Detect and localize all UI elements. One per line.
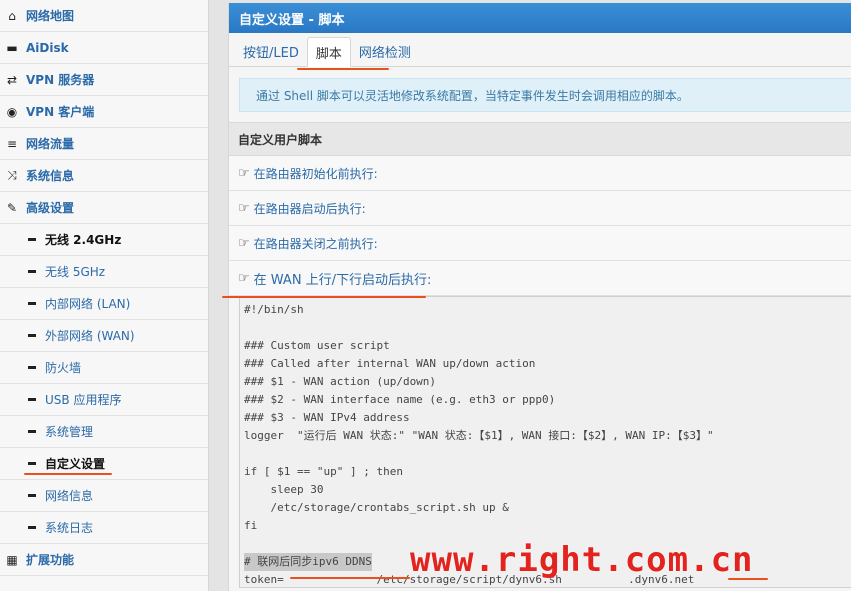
script-toggle-pre-shutdown[interactable]: ☞ 在路由器关闭之前执行: [229, 226, 851, 261]
sidebar-item-traffic[interactable]: ≡ 网络流量 [0, 128, 208, 160]
dash-icon [28, 302, 36, 305]
sidebar-subitem-customization[interactable]: 自定义设置 [0, 448, 208, 480]
sidebar-subitem-wireless-24[interactable]: 无线 2.4GHz [0, 224, 208, 256]
sidebar-item-advanced[interactable]: ✎ 高级设置 [0, 192, 208, 224]
sidebar-subitem-label: 无线 2.4GHz [45, 233, 122, 247]
code-line: #!/bin/sh [244, 303, 304, 316]
dash-icon [28, 462, 36, 465]
drive-icon: ▬ [6, 40, 18, 55]
hand-point-icon: ☞ [238, 270, 250, 286]
sidebar-item-label: 高级设置 [26, 201, 75, 215]
code-line: ### $1 - WAN action (up/down) [244, 375, 437, 388]
home-icon: ⌂ [8, 8, 16, 23]
hand-point-icon: ☞ [238, 235, 250, 251]
dash-icon [28, 334, 36, 337]
tab-network-check[interactable]: 网络检测 [351, 36, 419, 66]
code-line: ### $3 - WAN IPv4 address [244, 411, 410, 424]
info-alert: 通过 Shell 脚本可以灵活地修改系统配置，当特定事件发生时会调用相应的脚本。 [239, 78, 851, 112]
grid-icon: ▦ [6, 552, 18, 567]
script-toggle-pre-init[interactable]: ☞ 在路由器初始化前执行: [229, 156, 851, 191]
page-title: 自定义设置 - 脚本 [229, 3, 851, 33]
script-toggle-wan-updown[interactable]: ☞ 在 WAN 上行/下行启动后执行: [229, 261, 851, 296]
sidebar-subitem-system-log[interactable]: 系统日志 [0, 512, 208, 544]
dash-icon [28, 398, 36, 401]
code-line: if [ $1 == "up" ] ; then [244, 465, 403, 478]
dash-icon [28, 238, 36, 241]
sidebar-subitem-lan[interactable]: 内部网络 (LAN) [0, 288, 208, 320]
dash-icon [28, 270, 36, 273]
globe-icon: ◉ [6, 104, 18, 119]
sidebar-item-label: VPN 客户端 [26, 105, 95, 119]
code-line: logger "运行后 WAN 状态:" "WAN 状态:【$1】, WAN 接… [244, 429, 714, 442]
script-toggle-post-start[interactable]: ☞ 在路由器启动后执行: [229, 191, 851, 226]
shuffle-icon: ⤨ [7, 168, 17, 182]
tab-scripts[interactable]: 脚本 [306, 37, 351, 67]
sidebar-subitem-wireless-5[interactable]: 无线 5GHz [0, 256, 208, 288]
hand-point-icon: ☞ [238, 165, 250, 181]
sidebar-item-system-info[interactable]: ⤨ 系统信息 [0, 160, 208, 192]
tab-bar: 按钮/LED 脚本 网络检测 [229, 33, 851, 67]
script-toggle-label: 在路由器初始化前执行: [253, 166, 378, 181]
sidebar-subitem-label: 系统管理 [45, 425, 94, 439]
dash-icon [28, 494, 36, 497]
watermark: www.right.com.cn [410, 540, 754, 580]
sidebar-subitem-label: 内部网络 (LAN) [45, 297, 131, 311]
script-toggle-label: 在 WAN 上行/下行启动后执行: [253, 272, 432, 288]
sidebar-subitem-network-info[interactable]: 网络信息 [0, 480, 208, 512]
sidebar-subitem-label: 网络信息 [45, 489, 94, 503]
selected-text: # 联网后同步ipv6 DDNS [244, 553, 372, 571]
sidebar-subitem-label: 自定义设置 [45, 457, 106, 471]
section-header: 自定义用户脚本 [229, 122, 851, 156]
sidebar-item-label: VPN 服务器 [26, 73, 95, 87]
code-line: ### $2 - WAN interface name (e.g. eth3 o… [244, 393, 556, 406]
sidebar-item-network-map[interactable]: ⌂ 网络地图 [0, 0, 208, 32]
sidebar-subitem-firewall[interactable]: 防火墙 [0, 352, 208, 384]
sidebar-item-label: 网络地图 [26, 9, 75, 23]
sidebar-item-extensions[interactable]: ▦ 扩展功能 [0, 544, 208, 576]
sidebar-subitem-label: 系统日志 [45, 521, 94, 535]
code-line: ### Custom user script [244, 339, 390, 352]
tab-buttons-led[interactable]: 按钮/LED [235, 36, 307, 66]
annotation-underline [222, 296, 426, 298]
script-toggle-label: 在路由器启动后执行: [253, 201, 366, 216]
sidebar-item-label: 系统信息 [26, 169, 75, 183]
annotation-underline [297, 68, 389, 70]
code-line: ### Called after internal WAN up/down ac… [244, 357, 536, 370]
sidebar-subitem-label: USB 应用程序 [45, 393, 122, 407]
sidebar-item-vpn-client[interactable]: ◉ VPN 客户端 [0, 96, 208, 128]
sidebar-subitem-label: 无线 5GHz [45, 265, 106, 279]
dash-icon [28, 430, 36, 433]
sidebar-item-label: AiDisk [26, 40, 69, 55]
sidebar-item-label: 网络流量 [26, 137, 75, 151]
code-line: sleep 30 [244, 483, 324, 496]
code-line: fi [244, 519, 258, 532]
sidebar-subitem-wan[interactable]: 外部网络 (WAN) [0, 320, 208, 352]
sidebar-subitem-label: 防火墙 [45, 361, 82, 375]
dash-icon [28, 526, 36, 529]
hand-point-icon: ☞ [238, 200, 250, 216]
annotation-underline [290, 577, 410, 579]
annotation-underline [24, 473, 112, 475]
dash-icon [28, 366, 36, 369]
wrench-icon: ✎ [6, 200, 18, 215]
sidebar-item-label: 扩展功能 [26, 553, 75, 567]
sidebar-item-aidisk[interactable]: ▬ AiDisk [0, 32, 208, 64]
sidebar-subitem-label: 外部网络 (WAN) [45, 329, 135, 343]
list-icon: ≡ [6, 136, 18, 151]
sidebar-subitem-usb[interactable]: USB 应用程序 [0, 384, 208, 416]
sidebar-subitem-admin[interactable]: 系统管理 [0, 416, 208, 448]
sidebar-item-vpn-server[interactable]: ⇄ VPN 服务器 [0, 64, 208, 96]
sidebar-nav: ⌂ 网络地图 ▬ AiDisk ⇄ VPN 服务器 ◉ VPN 客户端 ≡ 网络… [0, 0, 209, 591]
retweet-icon: ⇄ [6, 72, 18, 87]
code-line: /etc/storage/crontabs_script.sh up & [244, 501, 509, 514]
script-toggle-label: 在路由器关闭之前执行: [253, 236, 378, 251]
